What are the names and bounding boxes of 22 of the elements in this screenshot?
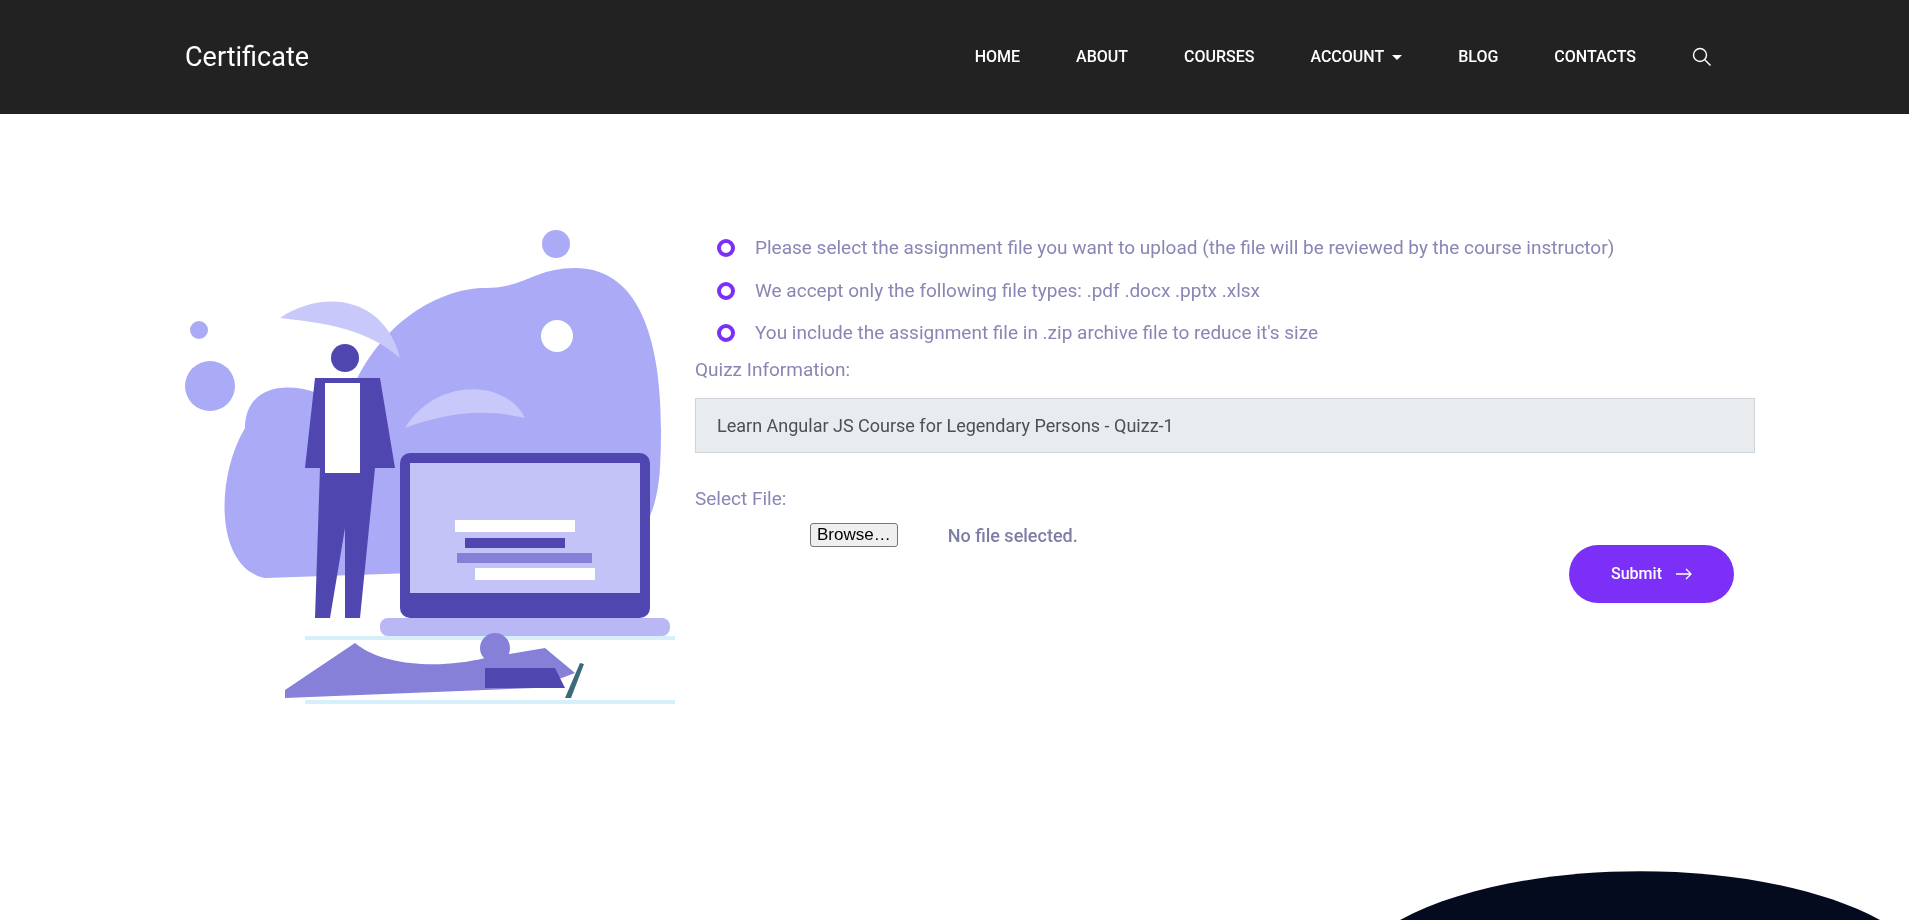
- nav-link[interactable]: CONTACTS: [1554, 45, 1636, 69]
- nav-link[interactable]: ABOUT: [1076, 45, 1128, 69]
- ring-bullet-icon: [717, 281, 735, 300]
- caret-icon: [1392, 54, 1403, 60]
- quiz-info-field[interactable]: Learn Angular JS Course for Legendary Persons - Quizz-1: [695, 398, 1755, 453]
- field-label: Select File:: [695, 486, 788, 512]
- file-status-text: No file selected.: [947, 523, 1078, 548]
- search-icon[interactable]: [1692, 47, 1712, 67]
- nav-link[interactable]: HOME: [974, 45, 1021, 69]
- instruction-text: Please select the assignment file you want to upload (the file will be reviewed by the course instructor): [755, 235, 1615, 261]
- nav-link[interactable]: ACCOUNT: [1310, 45, 1403, 69]
- arrow-right-icon: [1675, 567, 1692, 580]
- ring-bullet-icon: [717, 239, 735, 258]
- submit-button[interactable]: Submit: [1569, 544, 1734, 603]
- instruction-text: You include the assignment file in .zip archive file to reduce it's size: [755, 320, 1319, 346]
- instruction-text: We accept only the following file types: .pdf .docx .pptx .xlsx: [755, 277, 1261, 304]
- browse-button[interactable]: Browse…: [810, 523, 898, 547]
- field-label: Quizz Information:: [695, 356, 852, 383]
- site-logo[interactable]: Certificate: [185, 36, 310, 78]
- nav-link[interactable]: BLOG: [1458, 45, 1499, 69]
- ring-bullet-icon: [717, 324, 735, 343]
- nav-link[interactable]: COURSES: [1184, 45, 1255, 69]
